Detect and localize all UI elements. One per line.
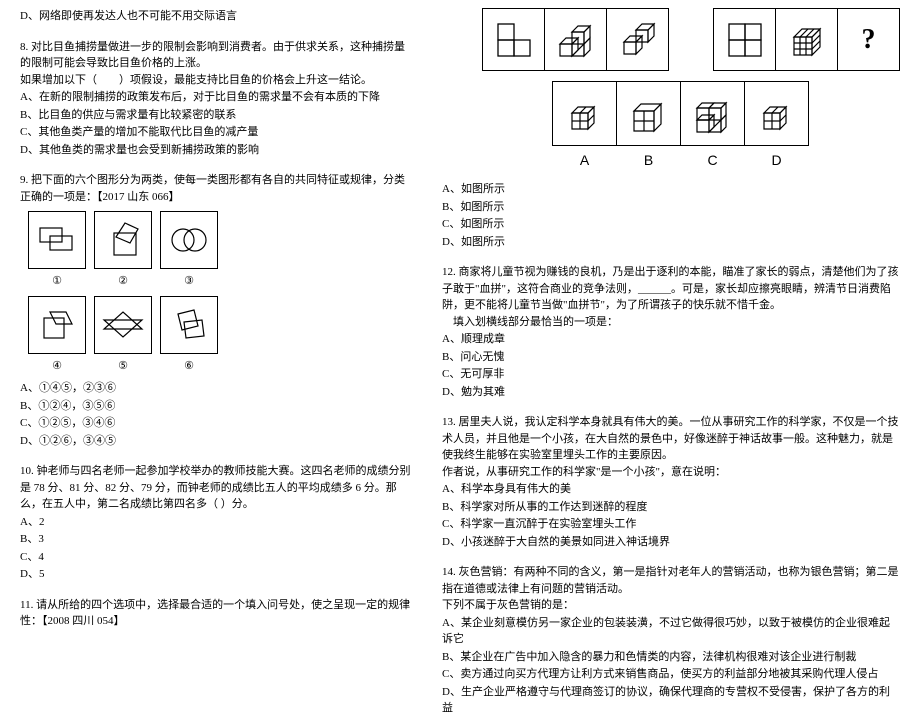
figure-4 xyxy=(28,296,86,354)
option-a: A、在新的限制捕捞的政策发布后，对于比目鱼的需求量不会有本质的下降 xyxy=(20,89,414,106)
stem: 14. 灰色营销：有两种不同的含义，第一是指针对老年人的营销活动，也称为银色营销… xyxy=(442,564,900,597)
option-d: D、如图所示 xyxy=(442,234,900,251)
q7-option-d: D、网络即使再发达人也不可能不用交际语言 xyxy=(20,8,414,25)
stem: 8. 对比目鱼捕捞量做进一步的限制会影响到消费者。由于供求关系，这种捕捞量的限制… xyxy=(20,39,414,72)
label-b: B xyxy=(616,150,681,171)
fig-num-2: ② xyxy=(94,273,152,290)
answer-figure-b xyxy=(616,81,681,146)
option-c: C、科学家一直沉醉于在实验室埋头工作 xyxy=(442,516,900,533)
q11-options: A、如图所示 B、如图所示 C、如图所示 D、如图所示 xyxy=(442,181,900,250)
figure-5 xyxy=(94,296,152,354)
option-d: D、其他鱼类的需求量也会受到新捕捞政策的影响 xyxy=(20,142,414,159)
option-c: C、卖方通过向买方代理方让利方式来销售商品，使买方的利益部分地被其采购代理人侵占 xyxy=(442,666,900,683)
figure-2 xyxy=(94,211,152,269)
figure-row-2 xyxy=(28,296,414,354)
option-c: C、其他鱼类产量的增加不能取代比目鱼的减产量 xyxy=(20,124,414,141)
option-c: C、4 xyxy=(20,549,414,566)
option-d: D、生产企业严格遵守与代理商签订的协议，确保代理商的专营权不受侵害，保护了各方的… xyxy=(442,684,900,717)
option-a: A、某企业刻意模仿另一家企业的包装装潢，不过它做得很巧妙，以致于被模仿的企业很难… xyxy=(442,615,900,648)
option-b: B、比目鱼的供应与需求量有比较紧密的联系 xyxy=(20,107,414,124)
option-b: B、如图所示 xyxy=(442,199,900,216)
option-b: B、3 xyxy=(20,531,414,548)
figure-group-left xyxy=(482,8,669,71)
option-d: D、5 xyxy=(20,566,414,583)
top-figure-3 xyxy=(606,8,669,71)
fig-num-4: ④ xyxy=(28,358,86,375)
label-c: C xyxy=(680,150,745,171)
option-b: B、科学家对所从事的工作达到迷醉的程度 xyxy=(442,499,900,516)
stem: 10. 钟老师与四名老师一起参加学校举办的教师技能大赛。这四名老师的成绩分别是 … xyxy=(20,463,414,513)
question-13: 13. 居里夫人说，我认定科学本身就具有伟大的美。一位从事研究工作的科学家，不仅… xyxy=(442,414,900,550)
stem: 11. 请从所给的四个选项中，选择最合适的一个填入问号处，使之呈现一定的规律性：… xyxy=(20,597,414,630)
stem: 9. 把下面的六个图形分为两类，使每一类图形都有各自的共同特征或规律，分类正确的… xyxy=(20,172,414,205)
option-a: A、如图所示 xyxy=(442,181,900,198)
top-figure-question: ? xyxy=(837,8,900,71)
answer-figure-c xyxy=(680,81,745,146)
option-a: A、2 xyxy=(20,514,414,531)
figure-row-1 xyxy=(28,211,414,269)
question-12: 12. 商家将儿童节视为赚钱的良机，乃是出于逐利的本能，瞄准了家长的弱点，清楚他… xyxy=(442,264,900,400)
option-b: B、①②④，③⑤⑥ xyxy=(20,398,414,415)
option-c: C、无可厚非 xyxy=(442,366,900,383)
figure-1 xyxy=(28,211,86,269)
stem: 下列不属于灰色营销的是： xyxy=(442,597,900,614)
option-d: D、①②⑥，③④⑤ xyxy=(20,433,414,450)
fig-num-3: ③ xyxy=(160,273,218,290)
question-mark-icon: ? xyxy=(862,19,876,61)
question-11: 11. 请从所给的四个选项中，选择最合适的一个填入问号处，使之呈现一定的规律性：… xyxy=(20,597,414,630)
label-d: D xyxy=(744,150,809,171)
q11-top-figures: ? A B C D xyxy=(442,8,900,171)
option-d: D、勉为其难 xyxy=(442,384,900,401)
stem: 12. 商家将儿童节视为赚钱的良机，乃是出于逐利的本能，瞄准了家长的弱点，清楚他… xyxy=(442,264,900,314)
option-text: D、网络即使再发达人也不可能不用交际语言 xyxy=(20,8,414,25)
stem: 如果增加以下（ ）项假设，最能支持比目鱼的价格会上升这一结论。 xyxy=(20,72,414,89)
figure-6 xyxy=(160,296,218,354)
option-a: A、科学本身具有伟大的美 xyxy=(442,481,900,498)
label-a: A xyxy=(552,150,617,171)
question-10: 10. 钟老师与四名老师一起参加学校举办的教师技能大赛。这四名老师的成绩分别是 … xyxy=(20,463,414,583)
answer-figures xyxy=(552,81,900,146)
top-figure-5 xyxy=(775,8,838,71)
top-figure-1 xyxy=(482,8,545,71)
question-14: 14. 灰色营销：有两种不同的含义，第一是指针对老年人的营销活动，也称为银色营销… xyxy=(442,564,900,717)
top-figure-2 xyxy=(544,8,607,71)
option-b: B、问心无愧 xyxy=(442,349,900,366)
figure-3 xyxy=(160,211,218,269)
option-d: D、小孩迷醉于大自然的美景如同进入神话境界 xyxy=(442,534,900,551)
fig-num-1: ① xyxy=(28,273,86,290)
option-c: C、①②⑤，③④⑥ xyxy=(20,415,414,432)
answer-figure-a xyxy=(552,81,617,146)
option-c: C、如图所示 xyxy=(442,216,900,233)
answer-labels: A B C D xyxy=(552,150,900,171)
stem: 填入划横线部分最恰当的一项是： xyxy=(442,314,900,331)
stem: 作者说，从事研究工作的科学家"是一个小孩"，意在说明： xyxy=(442,464,900,481)
option-a: A、①④⑤，②③⑥ xyxy=(20,380,414,397)
top-figure-4 xyxy=(713,8,776,71)
answer-figure-d xyxy=(744,81,809,146)
stem: 13. 居里夫人说，我认定科学本身就具有伟大的美。一位从事研究工作的科学家，不仅… xyxy=(442,414,900,464)
fig-num-6: ⑥ xyxy=(160,358,218,375)
figure-group-right: ? xyxy=(713,8,900,71)
option-a: A、顺理成章 xyxy=(442,331,900,348)
question-8: 8. 对比目鱼捕捞量做进一步的限制会影响到消费者。由于供求关系，这种捕捞量的限制… xyxy=(20,39,414,159)
fig-num-5: ⑤ xyxy=(94,358,152,375)
question-9: 9. 把下面的六个图形分为两类，使每一类图形都有各自的共同特征或规律，分类正确的… xyxy=(20,172,414,449)
